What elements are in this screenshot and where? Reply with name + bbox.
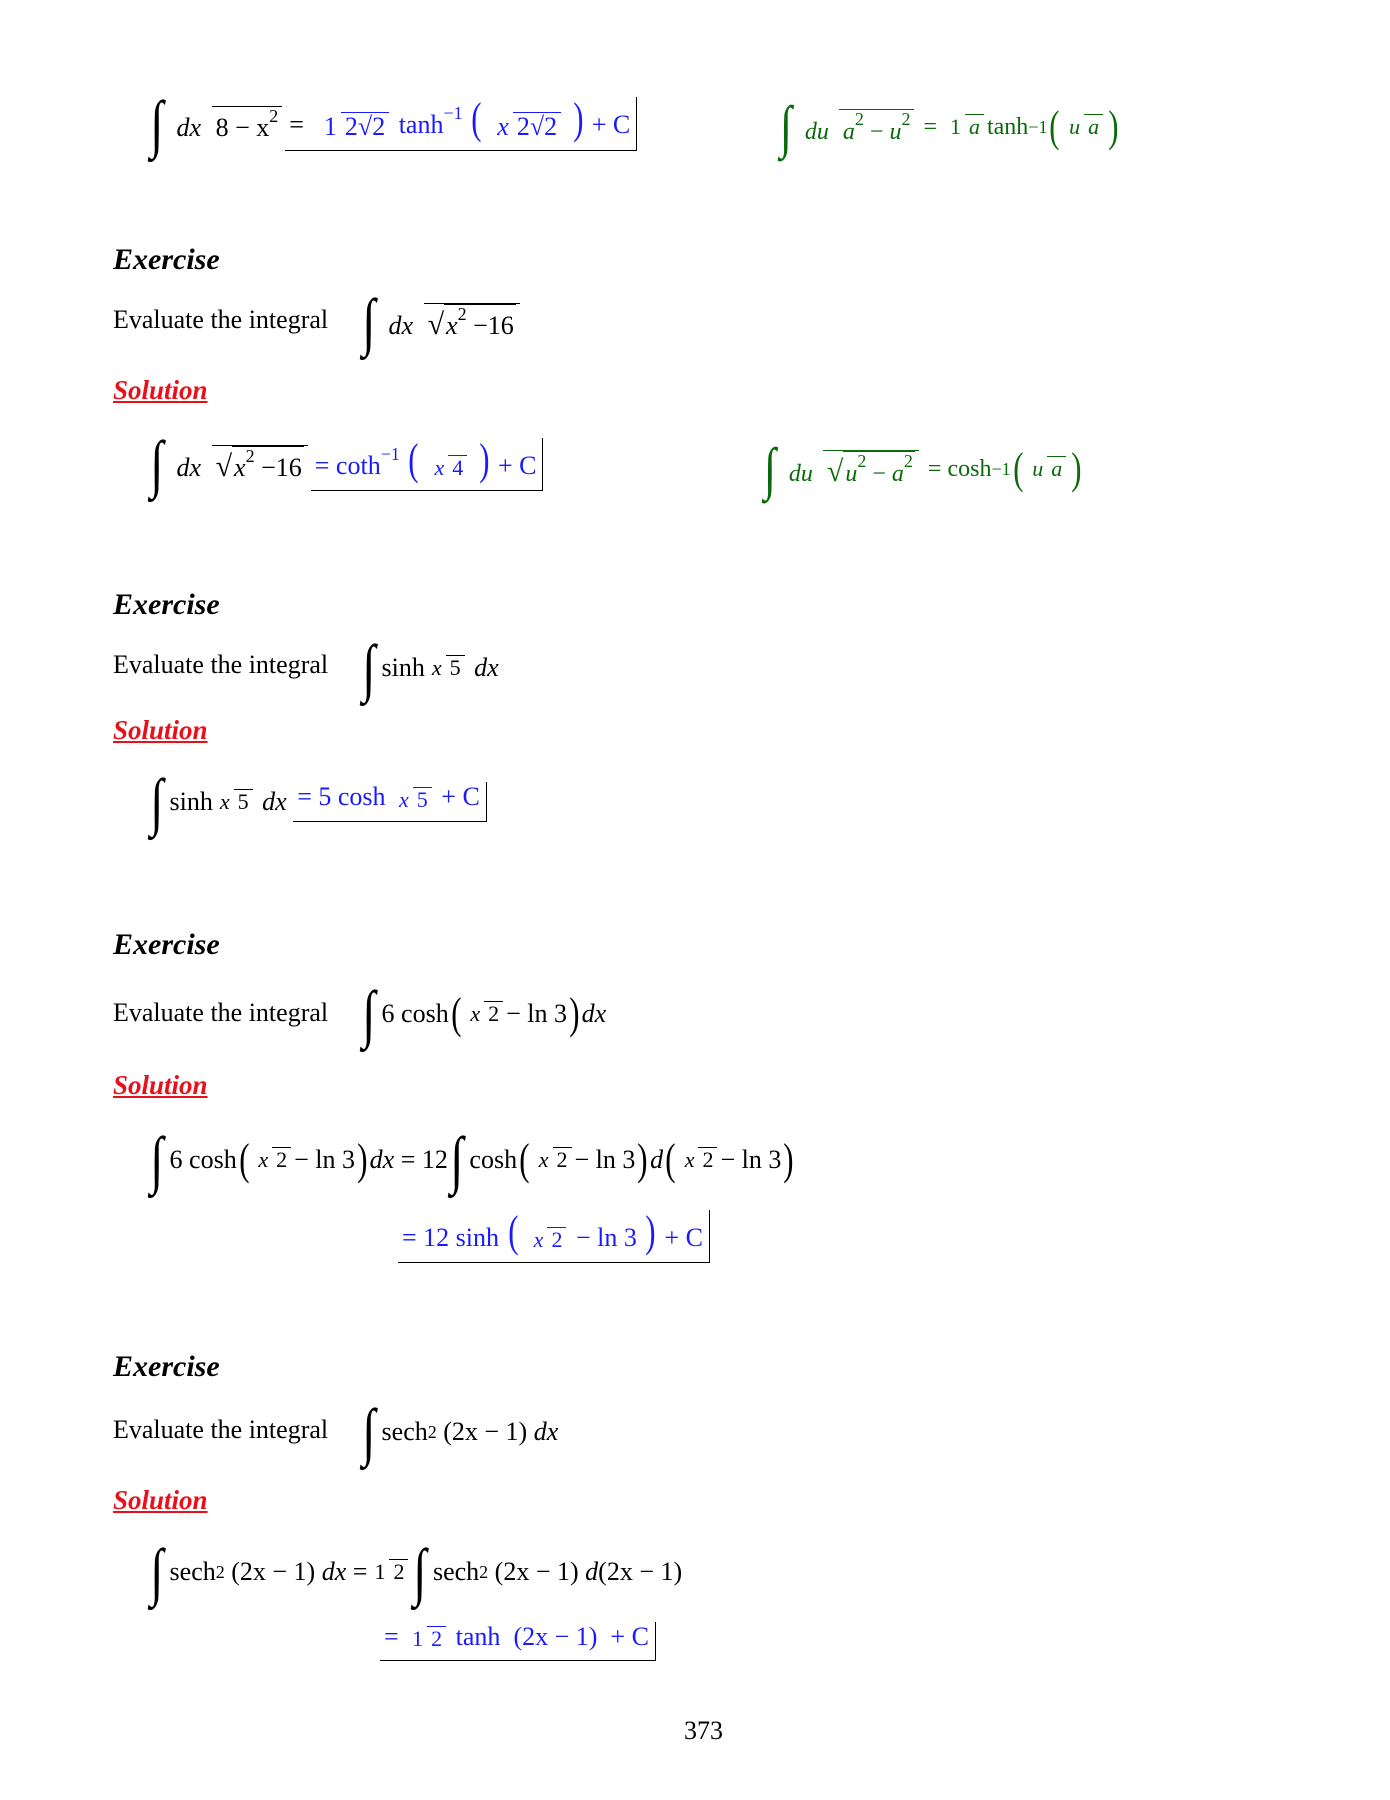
exercise-prompt: Evaluate the integral	[113, 650, 329, 679]
boxed-answer: = 12 sinh ( x2 − ln 3 ) + C	[398, 1210, 710, 1263]
integral-sign: ∫	[779, 94, 792, 159]
solution-label: Solution	[113, 715, 208, 745]
integral-sign: ∫	[362, 632, 376, 703]
integral-sign: ∫	[763, 436, 776, 501]
integral-sign: ∫	[150, 1124, 164, 1195]
fraction: dx 8 − x2	[173, 105, 283, 143]
boxed-answer: = 12 tanh (2x − 1) + C	[380, 1622, 656, 1662]
boxed-answer: = 5 cosh x5 + C	[293, 782, 487, 822]
exercise-heading: Exercise	[113, 588, 220, 621]
tanh-inverse-formula: ∫ du a2 − u2 = 1a tanh −1 ( ua )	[779, 94, 1119, 159]
integral-sign: ∫	[150, 766, 164, 837]
exercise-heading: Exercise	[113, 243, 220, 276]
boxed-answer: = coth−1 ( x4 ) + C	[310, 437, 544, 491]
cosh-inverse-formula: ∫ du √u2 − a2 = cosh −1 ( ua )	[763, 436, 1082, 501]
integral-sign: ∫	[150, 428, 164, 499]
exercise-prompt: Evaluate the integral	[113, 1415, 329, 1444]
solution-answer: = 12 sinh ( x2 − ln 3 ) + C	[398, 1210, 710, 1263]
top-result-equation: ∫ dx 8 − x2 = 1 2√2 tanh−1 ( x 2√2 ) + C	[148, 88, 638, 159]
solution-answer: = 12 tanh (2x − 1) + C	[380, 1622, 656, 1662]
solution-equation: ∫ dx √x2 −16 = coth−1 ( x4 ) + C	[148, 428, 544, 499]
integral-sign: ∫	[150, 1536, 164, 1607]
exercise-heading: Exercise	[113, 928, 220, 961]
exercise-integral: ∫ dx √x2 −16	[360, 290, 523, 354]
solution-label: Solution	[113, 375, 208, 405]
solution-label: Solution	[113, 1485, 208, 1515]
boxed-answer: = 1 2√2 tanh−1 ( x 2√2 ) + C	[285, 96, 638, 152]
integral-sign: ∫	[150, 88, 164, 159]
exercise-integral: ∫ sinh x5 dx	[362, 632, 499, 703]
integral-sign: ∫	[413, 1536, 427, 1607]
exercise-heading: Exercise	[113, 1350, 220, 1383]
solution-step: ∫ sech 2 (2x − 1) dx = 12 ∫ sech 2 (2x − 1…	[150, 1536, 683, 1607]
exercise-integral: ∫ sech 2 (2x − 1) dx	[362, 1396, 559, 1467]
exercise-prompt: Evaluate the integral	[113, 998, 329, 1027]
integral-sign: ∫	[362, 1396, 376, 1467]
integral-sign: ∫	[362, 286, 376, 357]
exercise-integral: ∫ 6 cosh ( x2 − ln 3 ) dx	[362, 978, 607, 1049]
integral-sign: ∫	[362, 978, 376, 1049]
solution-label: Solution	[113, 1070, 208, 1100]
page-number: 373	[684, 1716, 723, 1745]
exercise-prompt: Evaluate the integral	[113, 305, 329, 334]
solution-equation: ∫ sinh x5 dx = 5 cosh x5 + C	[148, 770, 487, 834]
solution-step: ∫ 6 cosh ( x2 − ln 3 ) dx = 12 ∫ cosh ( …	[150, 1124, 794, 1195]
integral-sign: ∫	[450, 1124, 464, 1195]
